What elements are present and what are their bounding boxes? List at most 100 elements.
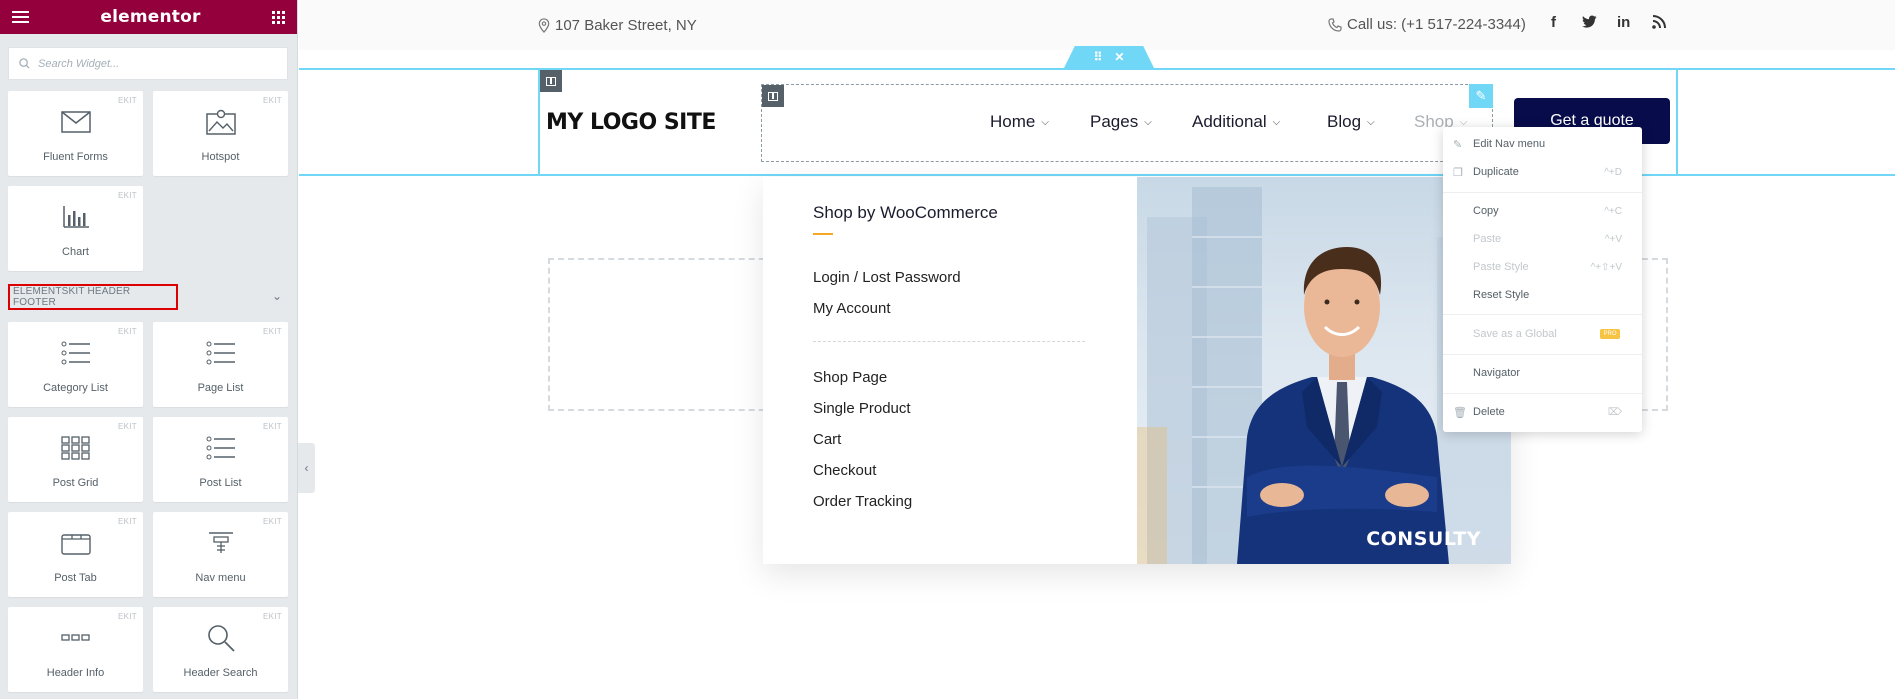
widget-label: Header Info [46,667,105,679]
widget-label: Fluent Forms [43,151,108,163]
hotspot-image-icon [201,105,241,139]
linkedin-icon[interactable]: in [1617,14,1630,31]
pencil-icon: ✎ [1453,138,1463,151]
widget-hotspot[interactable]: EKIT Hotspot [153,91,288,176]
chevron-down-icon: ⌵ [1459,116,1468,128]
widget-post-tab[interactable]: EKIT Post Tab [8,512,143,597]
phone-icon [1328,17,1342,32]
drag-handle-icon[interactable]: ⠿ [1094,50,1103,64]
shop-mega-menu: Shop by WooCommerce Login / Lost Passwor… [763,177,1511,564]
widget-label: Post Grid [52,477,99,489]
ekit-badge: EKIT [118,517,137,526]
widget-post-grid[interactable]: EKIT Post Grid [8,417,143,502]
category-elementskit-header-footer[interactable]: ELEMENTSKIT HEADER FOOTER [8,284,178,310]
title-underline [813,233,833,235]
widget-nav-menu[interactable]: EKIT Nav menu [153,512,288,597]
nav-menu-icon [201,526,241,560]
column-border [1676,68,1678,176]
menu-link-order-tracking[interactable]: Order Tracking [813,493,912,510]
chevron-down-icon: ⌵ [1144,116,1152,128]
menu-link-single-product[interactable]: Single Product [813,400,911,417]
widget-label: Page List [197,382,244,394]
envelope-icon [56,105,96,139]
ekit-badge: EKIT [263,422,282,431]
menu-link-my-account[interactable]: My Account [813,300,891,317]
location-pin-icon [538,18,550,33]
ekit-badge: EKIT [118,422,137,431]
pro-badge: PRO [1600,329,1620,339]
chevron-down-icon: ⌵ [1367,116,1375,128]
ekit-badge: EKIT [118,327,137,336]
ctx-reset-style[interactable]: Reset Style [1443,284,1642,306]
copy-icon: ❐ [1453,166,1463,179]
chevron-down-icon: ⌵ [1272,116,1281,128]
widget-page-list[interactable]: EKIT Page List [153,322,288,407]
chevron-down-icon[interactable]: ⌄ [272,289,282,303]
ekit-badge: EKIT [118,191,137,200]
ctx-save-as-global: Save as a Global PRO [1443,323,1642,345]
ekit-badge: EKIT [263,517,282,526]
ctx-navigator[interactable]: Navigator [1443,362,1642,384]
ctx-label: Edit Nav menu [1473,138,1546,150]
widget-label: Chart [62,246,89,258]
ctx-label: Copy [1473,205,1499,217]
list-icon [56,336,96,370]
widget-header-search[interactable]: EKIT Header Search [153,607,288,692]
nav-item-additional[interactable]: Additional ⌵ [1192,112,1280,132]
site-logo[interactable]: MY LOGO SITE [546,110,716,135]
ctx-paste-style: Paste Style ^+⇧+V [1443,256,1642,278]
widget-chart[interactable]: EKIT Chart [8,186,143,271]
ekit-badge: EKIT [263,96,282,105]
ctx-duplicate[interactable]: ❐ Duplicate ^+D [1443,161,1642,183]
widget-fluent-forms[interactable]: EKIT Fluent Forms [8,91,143,176]
panel-header: elementor [0,0,297,34]
menu-link-checkout[interactable]: Checkout [813,462,876,479]
ctx-divider [1443,393,1642,394]
ctx-edit-nav-menu[interactable]: ✎ Edit Nav menu [1443,133,1642,155]
dots-icon [56,621,96,655]
nav-item-label: Additional [1192,112,1267,131]
facebook-icon[interactable]: f [1551,14,1556,31]
ekit-badge: EKIT [263,612,282,621]
ctx-label: Delete [1473,406,1505,418]
folder-tab-icon [56,526,96,560]
column-handle-icon[interactable] [540,70,562,92]
hamburger-menu-icon[interactable] [12,11,29,23]
ctx-copy[interactable]: Copy ^+C [1443,200,1642,222]
pencil-edit-icon[interactable]: ✎ [1469,84,1493,108]
ctx-label: Reset Style [1473,289,1530,301]
menu-link-cart[interactable]: Cart [813,431,841,448]
menu-link-login[interactable]: Login / Lost Password [813,269,961,286]
search-widget-input[interactable]: Search Widget... [8,47,288,80]
nav-item-label: Home [990,112,1036,131]
ctx-shortcut: ^+C [1604,205,1622,217]
nav-item-pages[interactable]: Pages ⌵ [1090,112,1152,132]
grid-icon [56,431,96,465]
ctx-label: Navigator [1473,367,1521,379]
nav-item-label: Blog [1327,112,1362,131]
nav-item-blog[interactable]: Blog ⌵ [1327,112,1375,132]
widget-label: Hotspot [201,151,240,163]
chevron-down-icon: ⌵ [1041,116,1049,128]
widget-header-info[interactable]: EKIT Header Info [8,607,143,692]
rss-icon[interactable] [1652,15,1666,33]
panel-collapse-button[interactable]: ‹ [298,443,315,493]
widgets-grid-icon[interactable] [271,10,285,24]
section-handle[interactable]: ⠿ ✕ [1064,46,1154,68]
menu-link-shop-page[interactable]: Shop Page [813,369,887,386]
phone-text: Call us: (+1 517-224-3344) [1347,16,1526,33]
ctx-divider [1443,192,1642,193]
widget-category-list[interactable]: EKIT Category List [8,322,143,407]
nav-item-label: Pages [1090,112,1139,131]
close-icon[interactable]: ✕ [1114,50,1124,64]
ctx-shortcut: ^+⇧+V [1590,261,1622,273]
widget-label: Nav menu [195,572,246,584]
ctx-label: Paste [1473,233,1502,245]
widget-post-list[interactable]: EKIT Post List [153,417,288,502]
address-info: 107 Baker Street, NY [538,17,697,34]
nav-item-home[interactable]: Home ⌵ [990,112,1049,132]
ctx-delete[interactable]: 🗑 Delete ⌦ [1443,401,1642,423]
ekit-badge: EKIT [118,612,137,621]
twitter-icon[interactable] [1582,15,1597,32]
ctx-divider [1443,354,1642,355]
